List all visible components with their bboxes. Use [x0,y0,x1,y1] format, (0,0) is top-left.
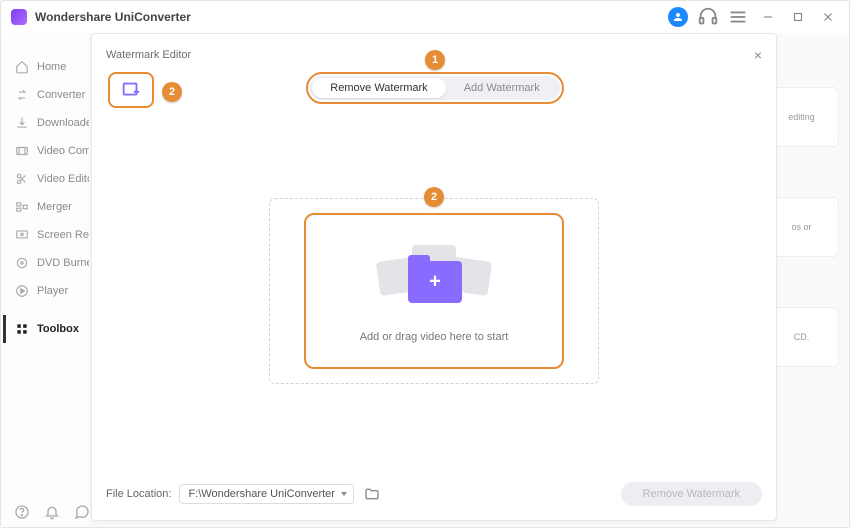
sidebar-item-label: Video Compressor [37,145,89,157]
sidebar-item-video-editor[interactable]: Video Editor [1,165,89,193]
bell-icon[interactable] [44,504,60,520]
sidebar-item-toolbox[interactable]: Toolbox [1,315,89,343]
body: Home Converter Downloader Video Compress… [1,33,849,527]
tab-remove-watermark[interactable]: Remove Watermark [312,78,445,98]
sidebar-item-screen-recorder[interactable]: Screen Recorder [1,221,89,249]
feedback-icon[interactable] [74,504,90,520]
user-avatar[interactable] [667,6,689,28]
close-window-button[interactable] [817,6,839,28]
titlebar: Wondershare UniConverter [1,1,849,33]
dropzone-area: 2 + Add or drag video here to start [106,108,762,474]
open-folder-icon[interactable] [362,485,382,503]
sidebar-item-label: DVD Burner [37,257,89,269]
dropzone-inner[interactable]: + Add or drag video here to start [304,213,564,369]
dropzone[interactable]: 2 + Add or drag video here to start [269,198,599,384]
statusbar [14,504,90,520]
sidebar-item-dvd-burner[interactable]: DVD Burner [1,249,89,277]
modal-footer: File Location: F:\Wondershare UniConvert… [106,480,762,508]
watermark-editor-modal: Watermark Editor × 2 1 Remove Watermark [91,33,777,521]
dropzone-text: Add or drag video here to start [360,331,509,343]
sidebar-item-home[interactable]: Home [1,53,89,81]
app-logo-icon [11,9,27,25]
sidebar: Home Converter Downloader Video Compress… [1,33,89,527]
file-location-value: F:\Wondershare UniConverter [188,488,335,500]
app-title: Wondershare UniConverter [35,10,191,24]
hamburger-icon[interactable] [727,6,749,28]
headset-icon[interactable] [697,6,719,28]
toolbar-row: 2 1 Remove Watermark Add Watermark [106,72,762,108]
annotation-badge-2: 2 [424,187,444,207]
close-icon[interactable]: × [754,47,762,63]
sidebar-item-label: Downloader [37,117,89,129]
app-window: Wondershare UniConverter Home [0,0,850,528]
sidebar-item-converter[interactable]: Converter [1,81,89,109]
tabs-highlight: Remove Watermark Add Watermark [306,72,563,104]
sidebar-item-label: Merger [37,201,72,213]
sidebar-item-label: Home [37,61,66,73]
sidebar-item-player[interactable]: Player [1,277,89,305]
main-area: editing os or CD. Watermark Editor × 2 1 [89,33,849,527]
sidebar-item-label: Screen Recorder [37,229,89,241]
annotation-badge-1: 1 [425,50,445,70]
add-file-button[interactable]: 2 [108,72,154,108]
sidebar-item-merger[interactable]: Merger [1,193,89,221]
tab-label: Remove Watermark [330,82,427,94]
sidebar-item-label: Converter [37,89,85,101]
remove-watermark-button[interactable]: Remove Watermark [621,482,762,506]
file-location-select[interactable]: F:\Wondershare UniConverter [179,484,354,504]
sidebar-item-label: Toolbox [37,323,79,335]
minimize-button[interactable] [757,6,779,28]
modal-title: Watermark Editor [106,49,191,61]
watermark-tabs: Remove Watermark Add Watermark [310,76,559,100]
sidebar-item-video-compressor[interactable]: Video Compressor [1,137,89,165]
sidebar-item-label: Video Editor [37,173,89,185]
folder-plus-icon: + [374,239,494,313]
sidebar-item-downloader[interactable]: Downloader [1,109,89,137]
tab-add-watermark[interactable]: Add Watermark [446,78,558,98]
maximize-button[interactable] [787,6,809,28]
file-location-label: File Location: [106,488,171,500]
help-icon[interactable] [14,504,30,520]
sidebar-item-label: Player [37,285,68,297]
tab-label: Add Watermark [464,82,540,94]
